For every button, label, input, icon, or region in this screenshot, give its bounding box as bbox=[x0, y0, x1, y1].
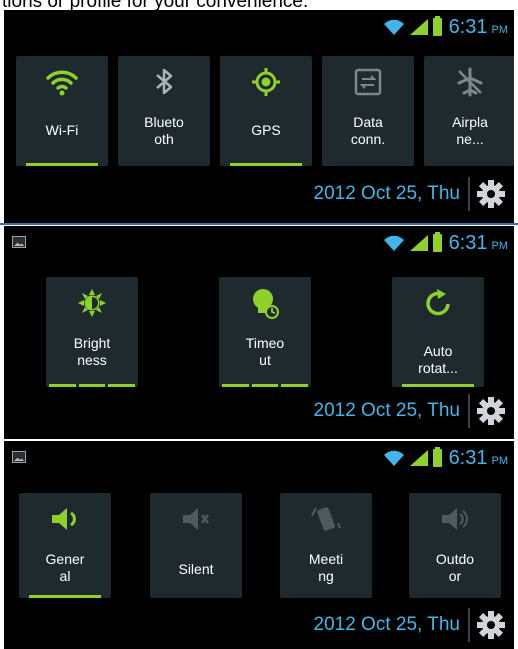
wifi-signal-icon bbox=[383, 235, 404, 251]
status-bar: 6:31 PM bbox=[4, 226, 514, 260]
wifi-signal-icon bbox=[383, 450, 404, 466]
toggle-level-indicator bbox=[49, 384, 136, 387]
brightness-icon bbox=[78, 289, 106, 317]
timeout-icon bbox=[253, 289, 279, 319]
toggle-timeout[interactable]: Timeo ut bbox=[219, 277, 311, 387]
profile-outdoor[interactable]: Outdo or bbox=[409, 493, 501, 598]
settings-gear-icon[interactable] bbox=[476, 396, 506, 426]
profile-silent[interactable]: Silent bbox=[150, 493, 242, 598]
toggle-bluetooth[interactable]: Blueto oth bbox=[118, 56, 210, 166]
toggle-airplane-mode[interactable]: Airpla ne... bbox=[424, 56, 514, 166]
toggle-label: Blueto oth bbox=[144, 114, 184, 147]
notification-panel-display: 6:31 PM Bright ness Timeo ut Auto rotat... bbox=[4, 226, 514, 439]
toggle-wifi[interactable]: Wi-Fi bbox=[16, 56, 108, 166]
date-settings-row: 2012 Oct 25, Thu bbox=[314, 176, 506, 212]
toggle-label: GPS bbox=[251, 122, 281, 138]
toggle-label: Meeti ng bbox=[308, 551, 344, 584]
battery-icon bbox=[432, 16, 442, 36]
wifi-icon bbox=[46, 70, 78, 96]
toggle-label: Outdo or bbox=[435, 551, 475, 584]
toggle-label: Timeo ut bbox=[245, 335, 285, 368]
toggle-label: Data conn. bbox=[350, 114, 386, 147]
toggle-auto-rotate[interactable]: Auto rotat... bbox=[392, 277, 484, 387]
bluetooth-icon bbox=[156, 68, 173, 95]
divider bbox=[468, 177, 470, 211]
toggle-level-indicator bbox=[222, 384, 309, 387]
toggle-data-connection[interactable]: Data conn. bbox=[322, 56, 414, 166]
toggle-indicator bbox=[230, 163, 302, 166]
notification-panel-sound-profile: 6:31 PM Gener al Silent Meeti ng Outdo or 20… bbox=[4, 441, 514, 649]
profile-meeting[interactable]: Meeti ng bbox=[280, 493, 372, 598]
gps-icon bbox=[252, 68, 280, 96]
cell-signal-icon bbox=[409, 235, 428, 251]
airplane-icon bbox=[457, 67, 483, 97]
toggle-label: Auto rotat... bbox=[418, 343, 458, 376]
sound-general-icon bbox=[52, 508, 76, 530]
toggle-indicator bbox=[26, 163, 98, 166]
divider bbox=[468, 608, 470, 642]
panel-divider bbox=[0, 223, 518, 225]
toggle-gps[interactable]: GPS bbox=[220, 56, 312, 166]
date-label: 2012 Oct 25, Thu bbox=[313, 614, 460, 635]
outdoor-icon bbox=[442, 508, 468, 530]
toggle-indicator bbox=[29, 595, 101, 598]
date-settings-row: 2012 Oct 25, Thu bbox=[314, 393, 506, 429]
battery-icon bbox=[432, 232, 442, 252]
date-label: 2012 Oct 25, Thu bbox=[313, 183, 460, 204]
settings-gear-icon[interactable] bbox=[476, 610, 506, 640]
battery-icon bbox=[432, 447, 442, 467]
notification-panel-connectivity: 6:31 PM Wi-Fi Blueto oth GPS Data conn. … bbox=[4, 10, 514, 224]
data-connection-icon bbox=[354, 68, 382, 96]
toggle-label: Silent bbox=[178, 561, 214, 577]
toggle-label: Bright ness bbox=[73, 335, 111, 368]
divider bbox=[468, 394, 470, 428]
toggle-brightness[interactable]: Bright ness bbox=[46, 277, 138, 387]
status-bar: 6:31 PM bbox=[4, 441, 514, 475]
wifi-signal-icon bbox=[383, 19, 404, 35]
status-clock: 6:31 PM bbox=[448, 15, 508, 38]
toggle-label: Airpla ne... bbox=[452, 114, 488, 147]
status-clock: 6:31 PM bbox=[448, 231, 508, 254]
date-settings-row: 2012 Oct 25, Thu bbox=[314, 607, 506, 643]
date-label: 2012 Oct 25, Thu bbox=[313, 400, 460, 421]
cell-signal-icon bbox=[409, 19, 428, 35]
vibrate-icon bbox=[311, 507, 341, 531]
toggle-label: Wi-Fi bbox=[45, 122, 79, 138]
cell-signal-icon bbox=[409, 450, 428, 466]
settings-gear-icon[interactable] bbox=[476, 179, 506, 209]
silent-icon bbox=[183, 508, 209, 530]
status-bar: 6:31 PM bbox=[4, 10, 514, 44]
status-clock: 6:31 PM bbox=[448, 446, 508, 469]
toggle-indicator bbox=[402, 384, 474, 387]
auto-rotate-icon bbox=[426, 289, 450, 316]
profile-general[interactable]: Gener al bbox=[19, 493, 111, 598]
toggle-label: Gener al bbox=[45, 551, 85, 584]
